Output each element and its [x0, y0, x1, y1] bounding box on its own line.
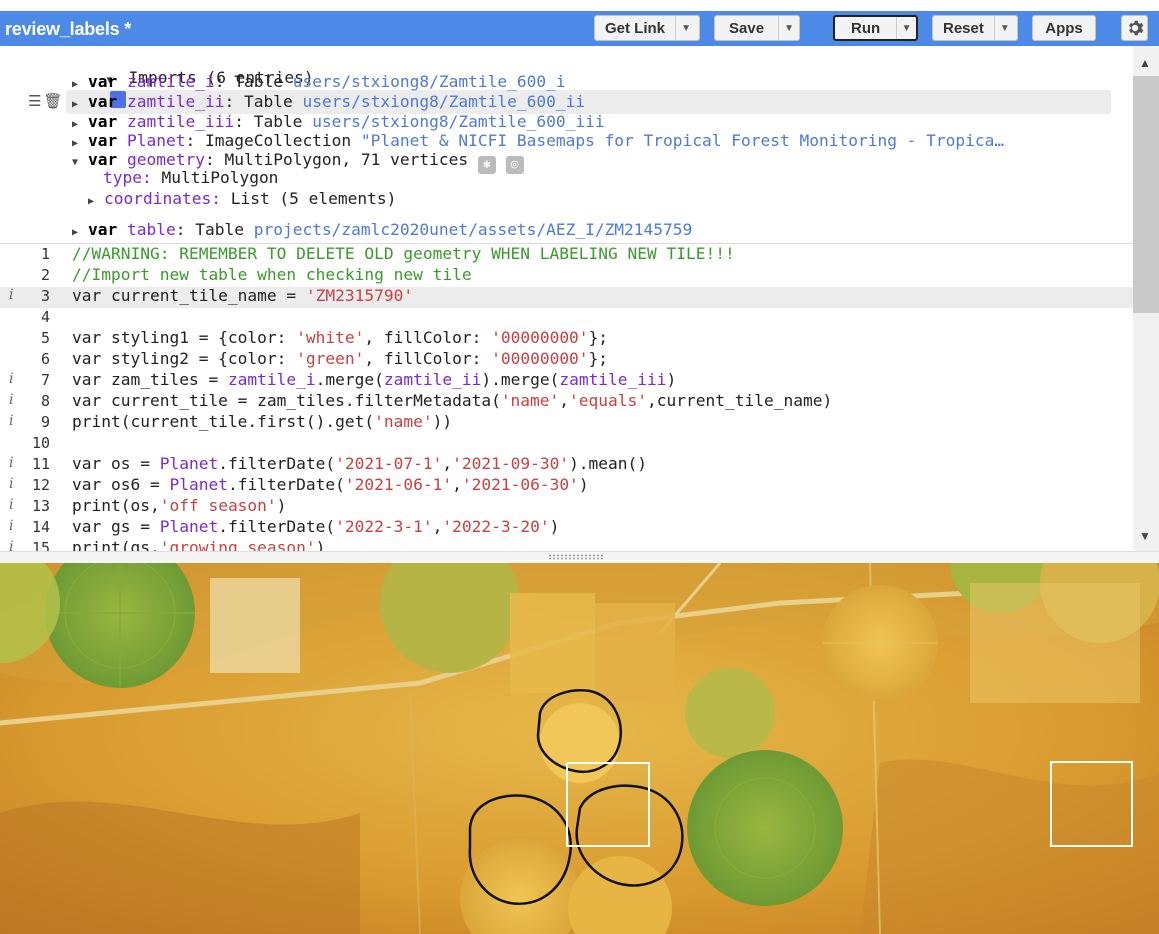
line-number: 5	[40, 329, 50, 347]
line-number: 9	[40, 413, 50, 431]
map-view[interactable]	[0, 563, 1159, 934]
save-dropdown-icon[interactable]: ▼	[778, 16, 799, 40]
info-icon[interactable]: i	[9, 413, 13, 429]
line-number: 2	[40, 266, 50, 284]
geometry-layer-icon[interactable]: ◎	[505, 156, 524, 174]
reorder-icon[interactable]: ☰	[28, 93, 41, 110]
info-icon[interactable]: i	[9, 455, 13, 471]
scroll-up-icon[interactable]: ▲	[1139, 56, 1151, 70]
line-number: 3	[40, 287, 50, 305]
get-link-label: Get Link	[605, 19, 666, 37]
info-icon[interactable]: i	[9, 518, 13, 534]
run-button[interactable]: Run ▼	[833, 15, 918, 41]
code-line-9: print(current_tile.first().get('name'))	[72, 412, 453, 431]
code-line-12: var os6 = Planet.filterDate('2021-06-1',…	[72, 475, 589, 494]
line-number: 11	[31, 455, 50, 473]
code-area[interactable]: 1 2 3 4 5 6 7 8 9 10 11 12 13 14 15 i i …	[0, 243, 1133, 551]
line-number: 6	[40, 350, 50, 368]
code-line-1: //WARNING: REMEMBER TO DELETE OLD geomet…	[72, 244, 735, 263]
line-number: 14	[31, 518, 50, 536]
get-link-dropdown-icon[interactable]: ▼	[675, 16, 696, 40]
expand-icon[interactable]: ▶	[72, 223, 88, 243]
code-line-5: var styling1 = {color: 'white', fillColo…	[72, 328, 609, 347]
code-line-2: //Import new table when checking new til…	[72, 265, 472, 284]
script-title: review_labels *	[5, 19, 132, 39]
info-icon[interactable]: i	[9, 371, 13, 387]
scroll-down-icon[interactable]: ▼	[1139, 529, 1151, 543]
code-line-14: var gs = Planet.filterDate('2022-3-1','2…	[72, 517, 560, 536]
code-line-15: print(gs,'growing season')	[72, 538, 326, 551]
settings-gear-icon[interactable]	[1121, 15, 1148, 41]
satellite-imagery[interactable]	[0, 563, 1159, 934]
line-number: 7	[40, 371, 50, 389]
code-editor[interactable]: ☰ 🗑 ▼ Imports (6 entries) ▶ var zamtile_i: …	[0, 46, 1133, 551]
import-row-table[interactable]: ▶ var table: Table projects/zamlc2020unet…	[72, 220, 692, 243]
run-dropdown-icon[interactable]: ▼	[896, 17, 916, 39]
scrollbar-thumb[interactable]	[1133, 76, 1159, 313]
line-number: 15	[31, 539, 50, 551]
code-line-7: var zam_tiles = zamtile_i.merge(zamtile_…	[72, 370, 677, 389]
geometry-coordinates[interactable]: ▶ coordinates: List (5 elements)	[88, 189, 396, 212]
collapse-icon[interactable]: ▼	[72, 153, 88, 173]
info-icon[interactable]: i	[9, 392, 13, 408]
run-label: Run	[851, 19, 881, 37]
code-line-13: print(os,'off season')	[72, 496, 287, 515]
get-link-button[interactable]: Get Link ▼	[594, 15, 700, 41]
line-number: 13	[31, 497, 50, 515]
code-line-8: var current_tile = zam_tiles.filterMetad…	[72, 391, 833, 410]
save-button[interactable]: Save ▼	[714, 15, 800, 41]
code-line-3: var current_tile_name = 'ZM2315790'	[72, 286, 414, 305]
line-number: 1	[40, 245, 50, 263]
line-number: 4	[40, 308, 50, 326]
reset-button[interactable]: Reset ▼	[932, 15, 1018, 41]
info-icon[interactable]: i	[9, 287, 13, 303]
editor-toolbar: review_labels * Get Link ▼ Save ▼ Run ▼ …	[0, 11, 1159, 46]
code-line-11: var os = Planet.filterDate('2021-07-1','…	[72, 454, 648, 473]
line-number: 8	[40, 392, 50, 410]
line-number: 12	[31, 476, 50, 494]
code-line-6: var styling2 = {color: 'green', fillColo…	[72, 349, 609, 368]
expand-icon[interactable]: ▶	[88, 192, 104, 212]
resize-grip-icon[interactable]	[548, 554, 604, 560]
imports-panel: ☰ 🗑 ▼ Imports (6 entries) ▶ var zamtile_i: …	[0, 46, 1133, 243]
geometry-type: type: MultiPolygon	[103, 168, 279, 187]
geometry-settings-icon[interactable]: ✱	[477, 156, 496, 174]
reset-label: Reset	[943, 19, 984, 37]
info-icon[interactable]: i	[9, 476, 13, 492]
save-label: Save	[729, 19, 765, 37]
info-icon[interactable]: i	[9, 497, 13, 513]
line-number: 10	[31, 434, 50, 452]
apps-button[interactable]: Apps	[1032, 15, 1096, 41]
top-strip	[0, 0, 1159, 11]
apps-label: Apps	[1045, 19, 1083, 37]
reset-dropdown-icon[interactable]: ▼	[993, 16, 1015, 40]
info-icon[interactable]: i	[9, 539, 13, 551]
